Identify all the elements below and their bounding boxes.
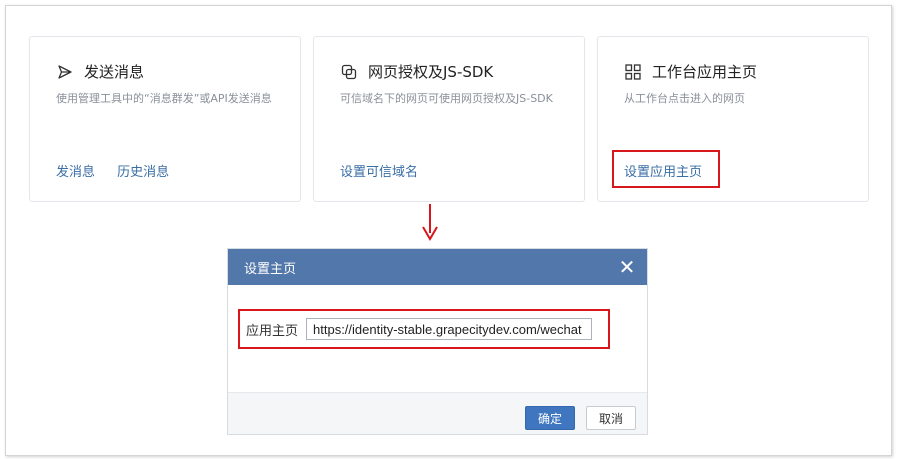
card-workbench-homepage: 工作台应用主页 从工作台点击进入的网页 设置应用主页 — [597, 36, 869, 202]
card-links: 发消息 历史消息 — [56, 161, 187, 180]
card-send-message: 发送消息 使用管理工具中的“消息群发”或API发送消息 发消息 历史消息 — [29, 36, 301, 202]
card-description: 可信域名下的网页可使用网页授权及JS-SDK — [340, 92, 553, 105]
card-title: 网页授权及JS-SDK — [340, 61, 493, 82]
card-web-auth: 网页授权及JS-SDK 可信域名下的网页可使用网页授权及JS-SDK 设置可信域… — [313, 36, 585, 202]
close-icon[interactable]: ✕ — [617, 257, 637, 277]
screenshot-frame: 发送消息 使用管理工具中的“消息群发”或API发送消息 发消息 历史消息 网页授… — [5, 5, 892, 456]
homepage-field-row: 应用主页 — [238, 309, 610, 349]
card-links: 设置可信域名 — [340, 161, 436, 180]
grid-icon — [624, 63, 642, 81]
card-description: 从工作台点击进入的网页 — [624, 92, 745, 105]
set-trusted-domain-link[interactable]: 设置可信域名 — [340, 165, 418, 180]
dialog-title: 设置主页 — [244, 261, 297, 277]
message-history-link[interactable]: 历史消息 — [117, 165, 169, 180]
card-description: 使用管理工具中的“消息群发”或API发送消息 — [56, 92, 272, 105]
cancel-button[interactable]: 取消 — [586, 406, 636, 430]
card-title-text: 网页授权及JS-SDK — [368, 63, 494, 81]
homepage-url-input[interactable] — [306, 318, 593, 340]
set-homepage-dialog: 设置主页 ✕ 应用主页 确定 取消 — [227, 248, 648, 435]
homepage-field-label: 应用主页 — [246, 323, 299, 339]
web-auth-icon — [340, 63, 358, 81]
dialog-header: 设置主页 ✕ — [228, 249, 647, 285]
card-title-text: 发送消息 — [84, 63, 145, 81]
card-title: 工作台应用主页 — [624, 61, 757, 82]
send-icon — [56, 63, 74, 81]
card-title: 发送消息 — [56, 61, 144, 82]
confirm-button[interactable]: 确定 — [525, 406, 575, 430]
down-arrow-icon — [422, 204, 438, 241]
card-links: 设置应用主页 — [624, 161, 720, 180]
card-title-text: 工作台应用主页 — [652, 63, 758, 81]
dialog-footer: 确定 取消 — [228, 392, 647, 434]
send-message-link[interactable]: 发消息 — [56, 165, 95, 180]
set-app-homepage-link[interactable]: 设置应用主页 — [624, 165, 702, 180]
